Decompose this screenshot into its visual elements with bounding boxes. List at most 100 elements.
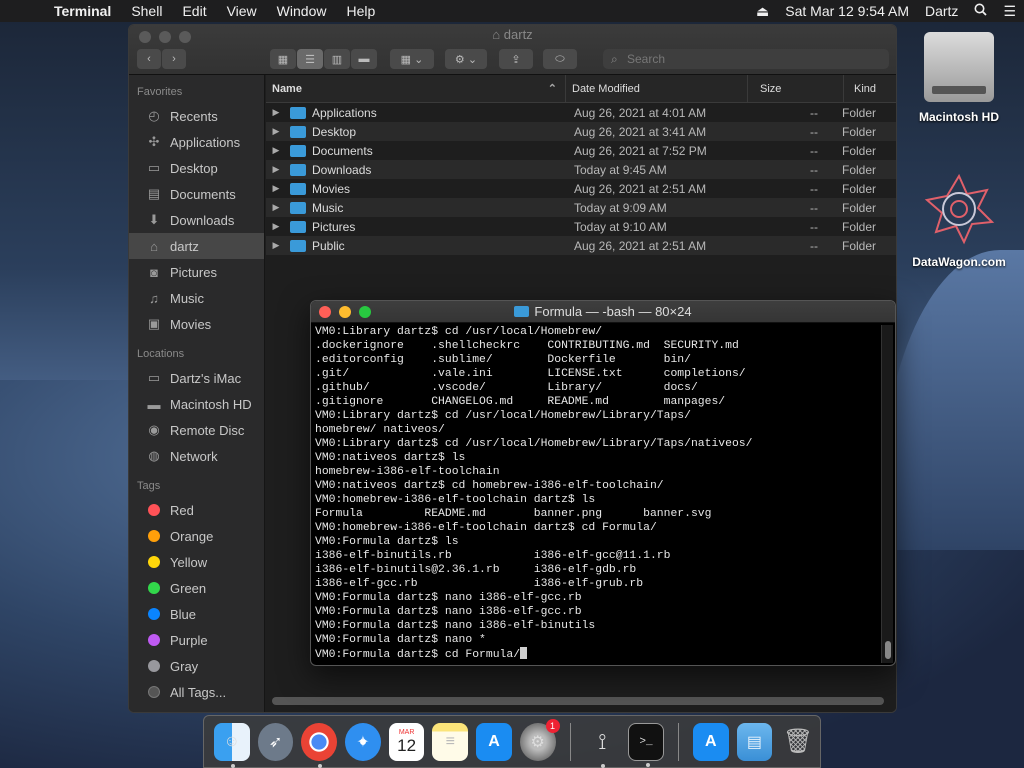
- sidebar-tag-red[interactable]: Red: [129, 497, 264, 523]
- sidebar-all-tags[interactable]: All Tags...: [129, 679, 264, 705]
- file-row[interactable]: ▶ Movies Aug 26, 2021 at 2:51 AM -- Folder: [266, 179, 896, 198]
- sidebar-tag-green[interactable]: Green: [129, 575, 264, 601]
- gallery-view-button[interactable]: ▬: [351, 49, 377, 69]
- terminal-title-text: Formula — -bash — 80×24: [534, 304, 692, 319]
- sidebar-item-macintosh-hd[interactable]: ▬ Macintosh HD: [129, 391, 264, 417]
- disclosure-triangle-icon[interactable]: ▶: [266, 240, 286, 251]
- sidebar-tag-orange[interactable]: Orange: [129, 523, 264, 549]
- forward-button[interactable]: ›: [162, 49, 186, 69]
- horizontal-scrollbar[interactable]: [272, 697, 884, 705]
- action-button[interactable]: ⚙ ⌄: [445, 49, 487, 69]
- tags-button[interactable]: ⬭: [543, 49, 577, 69]
- list-view-button[interactable]: ☰: [297, 49, 323, 69]
- terminal-dock-icon[interactable]: >_: [628, 722, 664, 767]
- menubar-clock[interactable]: Sat Mar 12 9:54 AM: [777, 3, 917, 19]
- back-button[interactable]: ‹: [137, 49, 161, 69]
- sidebar-item-imac[interactable]: ▭ Dartz's iMac: [129, 365, 264, 391]
- app-store-dock-icon[interactable]: A: [476, 722, 512, 761]
- search-input[interactable]: ⌕ Search: [603, 49, 889, 69]
- menu-help[interactable]: Help: [336, 3, 385, 19]
- terminal-zoom-button[interactable]: [359, 306, 371, 318]
- sidebar-item-movies[interactable]: ▣ Movies: [129, 311, 264, 337]
- menu-window[interactable]: Window: [267, 3, 337, 19]
- disclosure-triangle-icon[interactable]: ▶: [266, 202, 286, 213]
- music-icon: ♫: [149, 290, 159, 306]
- chrome-dock-icon[interactable]: [301, 722, 338, 768]
- terminal-scrollbar[interactable]: [881, 325, 893, 663]
- sidebar-item-documents[interactable]: ▤ Documents: [129, 181, 264, 207]
- sidebar-item-music[interactable]: ♫ Music: [129, 285, 264, 311]
- sidebar-tag-purple[interactable]: Purple: [129, 627, 264, 653]
- sidebar-item-remote-disc[interactable]: ◉ Remote Disc: [129, 417, 264, 443]
- column-header-size[interactable]: Size: [748, 74, 844, 103]
- file-row[interactable]: ▶ Desktop Aug 26, 2021 at 3:41 AM -- Folder: [266, 122, 896, 141]
- terminal-close-button[interactable]: [319, 306, 331, 318]
- terminal-line: .git/ .vale.ini LICENSE.txt completions/: [315, 367, 881, 381]
- file-row[interactable]: ▶ Music Today at 9:09 AM -- Folder: [266, 198, 896, 217]
- sidebar-item-downloads[interactable]: ⬇ Downloads: [129, 207, 264, 233]
- trash-dock-icon[interactable]: 🗑: [780, 723, 816, 761]
- spotlight-search-icon[interactable]: [966, 3, 995, 19]
- terminal-line: homebrew-i386-elf-toolchain: [315, 465, 881, 479]
- notification-center-icon[interactable]: ☰: [995, 3, 1024, 20]
- sidebar-item-dartz[interactable]: ⌂ dartz: [129, 233, 264, 259]
- disclosure-triangle-icon[interactable]: ▶: [266, 221, 286, 232]
- sidebar-item-applications[interactable]: ✣ Applications: [129, 129, 264, 155]
- disclosure-triangle-icon[interactable]: ▶: [266, 164, 286, 175]
- column-view-button[interactable]: ▥: [324, 49, 350, 69]
- icon-view-button[interactable]: ▦: [270, 49, 296, 69]
- group-grid-icon: ▦ ⌄: [400, 53, 424, 66]
- notes-dock-icon[interactable]: ≡: [432, 722, 469, 761]
- menubar-user[interactable]: Dartz: [917, 3, 966, 19]
- file-row[interactable]: ▶ Public Aug 26, 2021 at 2:51 AM -- Folder: [266, 236, 896, 255]
- downloads-folder-dock-icon[interactable]: ▤: [736, 722, 773, 761]
- directory-utility-dock-icon[interactable]: ⟟: [584, 723, 620, 768]
- sidebar-tag-blue[interactable]: Blue: [129, 601, 264, 627]
- terminal-line-text: VM0:Library dartz$ cd /usr/local/Homebre…: [315, 438, 753, 450]
- eject-icon[interactable]: ⏏: [748, 3, 777, 20]
- sidebar-item-label: Downloads: [170, 212, 235, 228]
- folder-icon: [290, 201, 306, 214]
- calendar-dock-icon[interactable]: MAR 12: [388, 722, 425, 761]
- notes-lines-icon: ≡: [445, 732, 455, 750]
- finder-dock-icon[interactable]: ☺: [214, 722, 250, 768]
- file-row[interactable]: ▶ Documents Aug 26, 2021 at 7:52 PM -- Folde…: [266, 141, 896, 160]
- share-icon: ⇪: [511, 53, 521, 66]
- desktop-icon-macintosh-hd[interactable]: Macintosh HD: [906, 32, 1012, 124]
- share-button[interactable]: ⇪: [499, 49, 533, 69]
- group-button[interactable]: ▦ ⌄: [390, 49, 434, 69]
- menu-edit[interactable]: Edit: [172, 3, 216, 19]
- applications-folder-dock-icon[interactable]: A: [692, 722, 729, 761]
- disclosure-triangle-icon[interactable]: ▶: [266, 145, 286, 156]
- column-header-kind[interactable]: Kind: [844, 75, 896, 103]
- file-size: --: [810, 219, 818, 234]
- window-title: ⌂ dartz: [129, 27, 896, 42]
- disclosure-triangle-icon[interactable]: ▶: [266, 183, 286, 194]
- launchpad-dock-icon[interactable]: ➶: [257, 722, 294, 761]
- menu-app-name[interactable]: Terminal: [44, 3, 121, 19]
- disclosure-triangle-icon[interactable]: ▶: [266, 107, 286, 118]
- disclosure-triangle-icon[interactable]: ▶: [266, 126, 286, 137]
- file-row[interactable]: ▶ Pictures Today at 9:10 AM -- Folder: [266, 217, 896, 236]
- terminal-output[interactable]: VM0:Library dartz$ cd /usr/local/Homebre…: [315, 325, 881, 663]
- terminal-scroll-thumb[interactable]: [885, 641, 891, 659]
- terminal-line: Formula README.md banner.png banner.svg: [315, 507, 881, 521]
- terminal-minimize-button[interactable]: [339, 306, 351, 318]
- sidebar-locations-header: Locations: [137, 348, 185, 360]
- sidebar-tag-yellow[interactable]: Yellow: [129, 549, 264, 575]
- file-row[interactable]: ▶ Downloads Today at 9:45 AM -- Folder: [266, 160, 896, 179]
- sidebar-item-pictures[interactable]: ◙ Pictures: [129, 259, 264, 285]
- column-header-date[interactable]: Date Modified: [566, 74, 748, 103]
- sidebar-item-recents[interactable]: ◴ Recents: [129, 103, 264, 129]
- system-preferences-dock-icon[interactable]: ⚙ 1: [519, 718, 560, 761]
- desktop-icon-datawagon[interactable]: DataWagon.com: [900, 172, 1018, 269]
- menu-view[interactable]: View: [217, 3, 267, 19]
- file-row[interactable]: ▶ Applications Aug 26, 2021 at 4:01 AM -- Fo…: [266, 103, 896, 122]
- sidebar-tag-gray[interactable]: Gray: [129, 653, 264, 679]
- column-header-name[interactable]: Name ⌃: [266, 74, 566, 103]
- menu-shell[interactable]: Shell: [121, 3, 172, 19]
- finder-face-icon: ☺: [223, 732, 241, 750]
- sidebar-item-network[interactable]: ◍ Network: [129, 443, 264, 469]
- sidebar-item-desktop[interactable]: ▭ Desktop: [129, 155, 264, 181]
- safari-dock-icon[interactable]: ✧: [345, 722, 381, 761]
